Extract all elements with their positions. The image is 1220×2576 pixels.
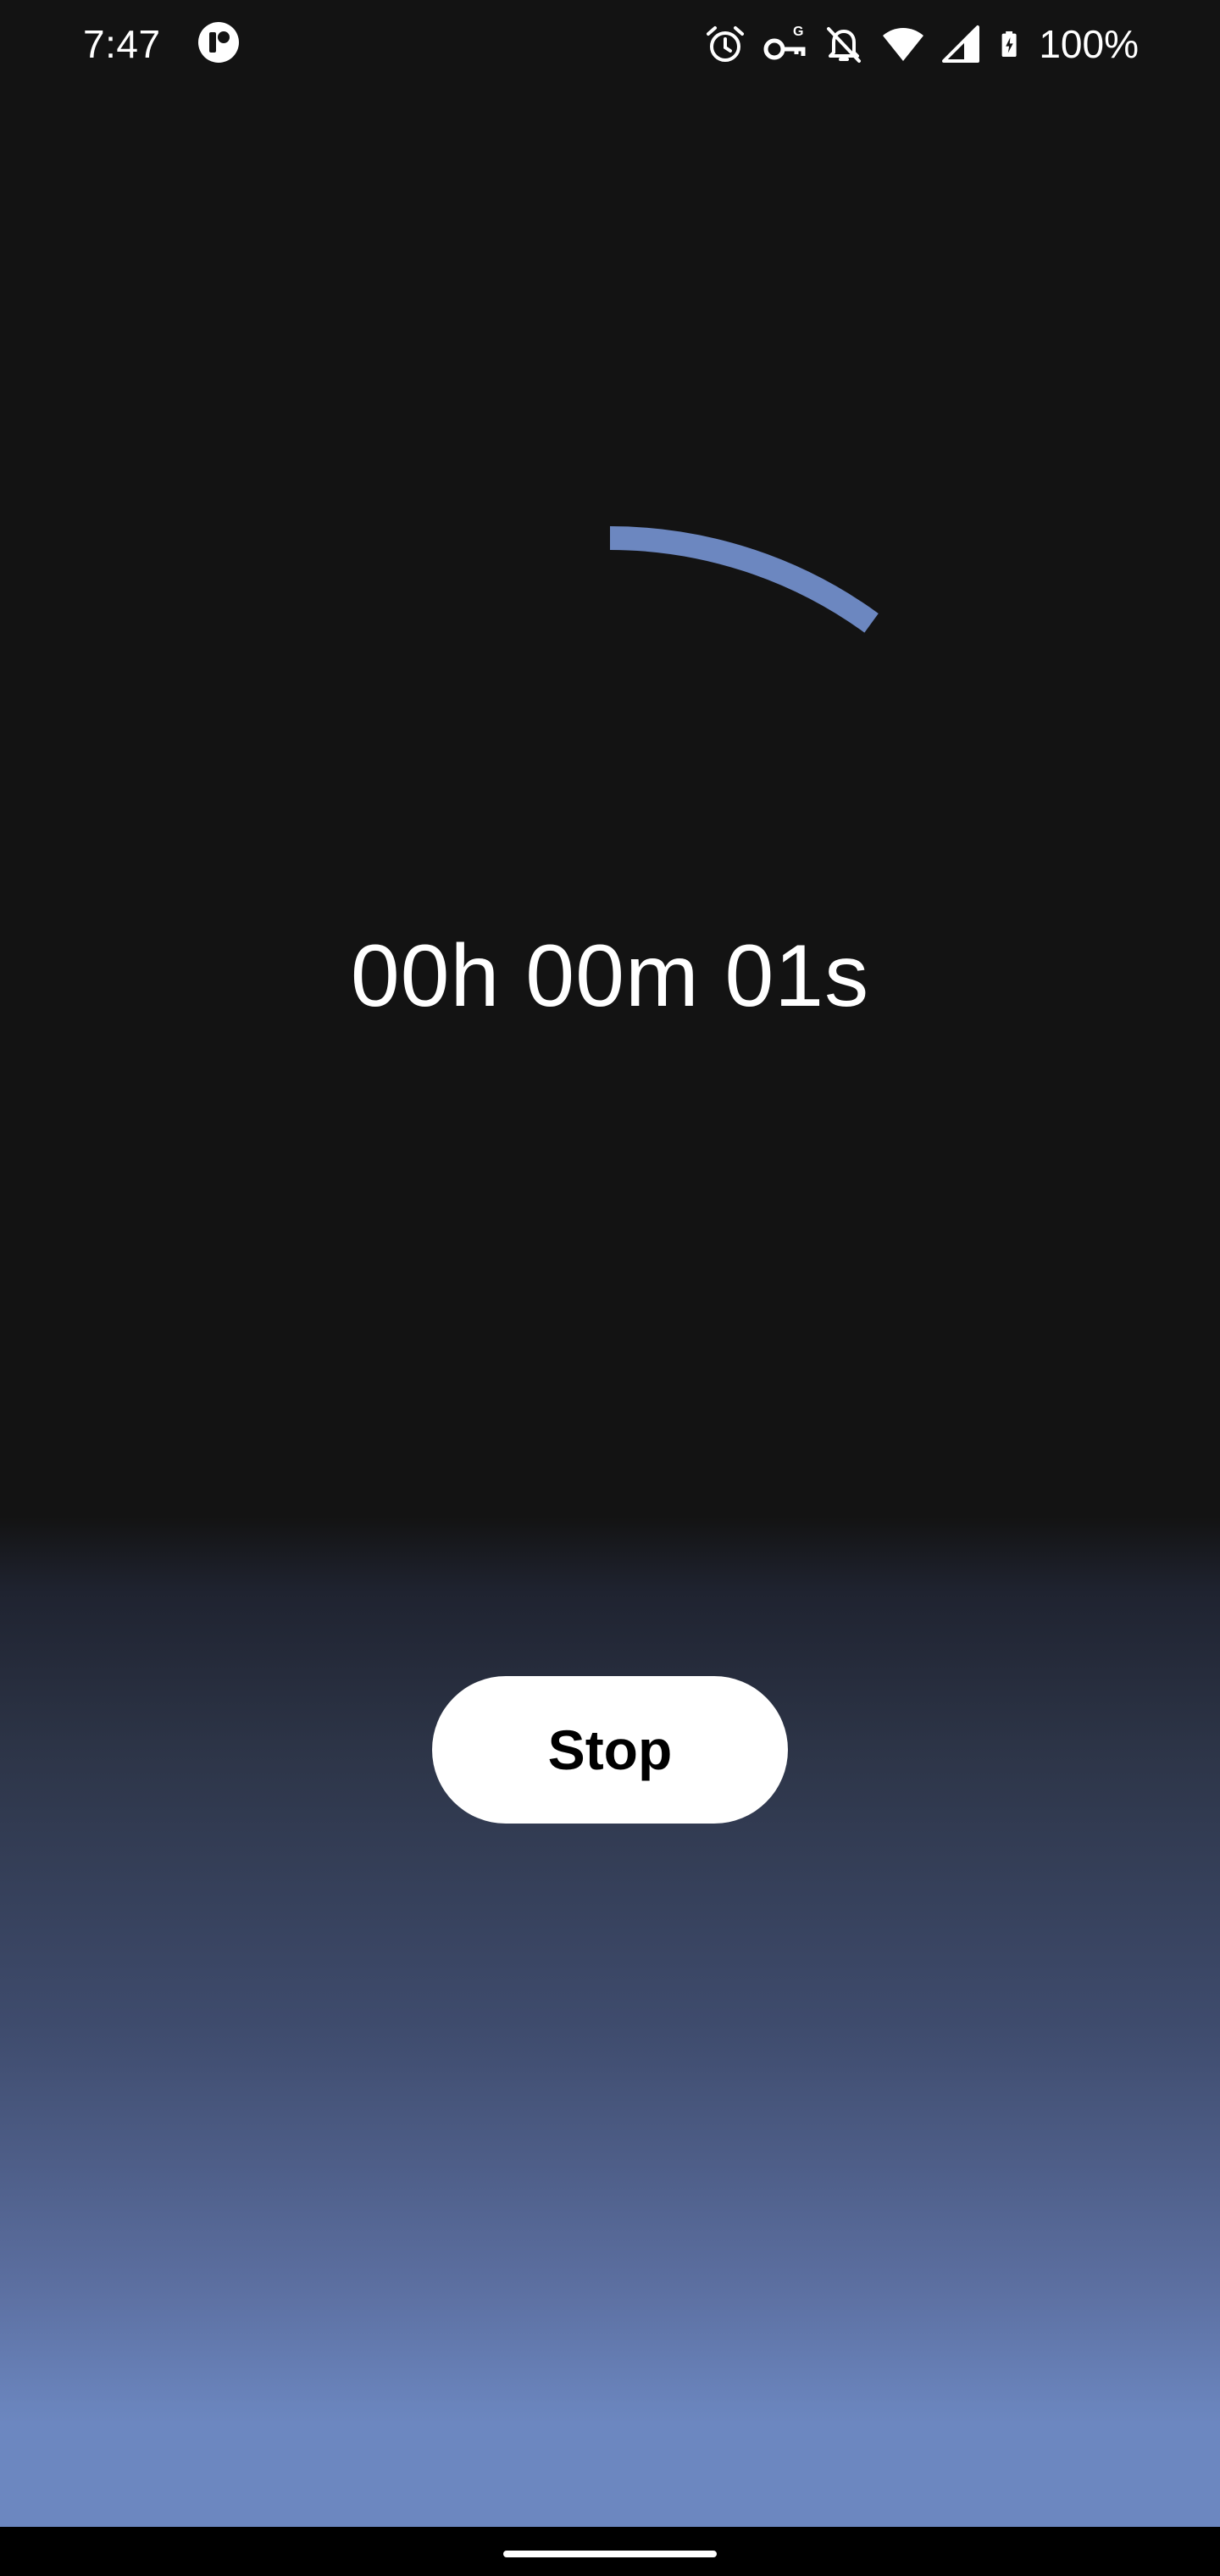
status-icons: G 100% (688, 19, 1139, 69)
status-bar: 7:47 G 100% (0, 0, 1220, 88)
elapsed-time: 00h 00m 01s (350, 927, 870, 1025)
progress-arc (609, 526, 879, 633)
app-notification-icon (198, 22, 239, 63)
progress-ring (609, 526, 879, 633)
stop-button[interactable]: Stop (432, 1676, 788, 1824)
wifi-icon (883, 28, 924, 61)
svg-text:G: G (793, 25, 803, 39)
status-time: 7:47 (83, 22, 161, 66)
navigation-bar (0, 2527, 1220, 2576)
vpn-key-icon: G (763, 25, 806, 60)
battery-charging-icon (1001, 31, 1017, 58)
cellular-signal-icon (942, 25, 980, 63)
home-gesture-handle[interactable] (503, 2551, 717, 2557)
battery-percent: 100% (1039, 22, 1139, 66)
stopwatch-screen: 7:47 G 100% 00h 00m 01s Stop (0, 0, 1220, 2576)
alarm-icon (707, 26, 745, 62)
notifications-off-icon (827, 27, 862, 63)
